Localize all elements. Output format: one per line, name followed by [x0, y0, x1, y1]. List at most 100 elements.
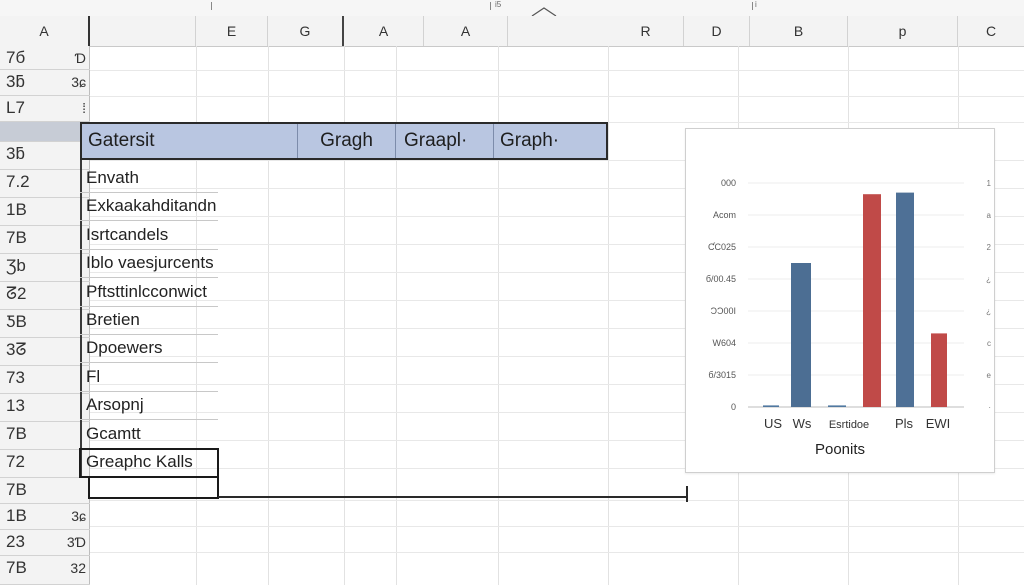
- chart-category-label: Pls: [895, 416, 914, 431]
- column-header-p[interactable]: p: [848, 16, 958, 46]
- chart-right-tick-label: 2: [987, 243, 992, 252]
- chart-bar[interactable]: [931, 333, 947, 407]
- table-row-label[interactable]: Bretien: [86, 306, 140, 334]
- ruler-label: i: [755, 0, 757, 9]
- ruler: i5 i: [0, 0, 1024, 17]
- table-row-label[interactable]: Pftsttinlcconwict: [86, 278, 207, 306]
- row-header[interactable]: [0, 122, 90, 142]
- row-header-number-right: 3ɕ: [71, 74, 86, 90]
- row-header[interactable]: Ʒb: [0, 254, 90, 282]
- chart-right-tick-label: ¿: [986, 275, 991, 284]
- selected-cell[interactable]: [79, 448, 219, 478]
- row-header-number: 7B: [6, 228, 27, 247]
- table-row-label[interactable]: Envath: [86, 164, 139, 192]
- column-header-a3[interactable]: A: [424, 16, 508, 46]
- row-header-number: 13: [6, 396, 25, 415]
- table-row-label[interactable]: Exkaakahditandn: [86, 192, 216, 220]
- row-header[interactable]: 72: [0, 450, 90, 478]
- chart-category-label: US: [764, 416, 782, 431]
- chart[interactable]: 000 1 Aсom a ƇC025 2 б/00.45 ¿ ƆƆ00I ¿ W604 c б/3015…: [685, 128, 995, 473]
- column-header-g[interactable]: G: [268, 16, 344, 46]
- range-border-end: [686, 486, 688, 502]
- row-header-column: 7б Ɗ 3ƃ 3ɕ L7 ⁞ 3ƃ 7.2 1B 7B Ʒb ᘔ2 ƼB 3ᘔ 73 13 7B 72 7B 1B 3…: [0, 46, 90, 585]
- row-header-number: 3ƃ: [6, 144, 25, 163]
- row-header-number: 3ƃ: [6, 72, 25, 91]
- ruler-tick: [490, 2, 491, 10]
- row-header-number: 72: [6, 452, 25, 471]
- row-header-number: 7B: [6, 424, 27, 443]
- row-header[interactable]: 13: [0, 394, 90, 422]
- row-header[interactable]: L7 ⁞: [0, 96, 90, 122]
- row-header-number-right: 3Ɗ: [66, 534, 86, 550]
- grid-line: [90, 96, 1024, 97]
- selection-border: [88, 477, 219, 499]
- row-header-number: Ʒb: [6, 256, 26, 275]
- row-header-number: 73: [6, 368, 25, 387]
- table-header-cell[interactable]: Graph·: [494, 124, 606, 158]
- row-header[interactable]: 7B: [0, 478, 90, 504]
- chart-right-tick-label: ¿: [986, 307, 991, 316]
- row-header-number-right: 3ɕ: [71, 508, 86, 524]
- table-row-label[interactable]: Arsopnj: [86, 391, 144, 419]
- column-header-a2[interactable]: A: [344, 16, 424, 46]
- row-header[interactable]: 23 3Ɗ: [0, 530, 90, 556]
- chart-y-tick-label: Aсom: [713, 210, 736, 220]
- column-header-c[interactable]: C: [958, 16, 1024, 46]
- ruler-tick: [752, 2, 753, 10]
- grid-line: [90, 526, 1024, 527]
- range-border: [218, 496, 688, 498]
- grid-line: [90, 552, 1024, 553]
- column-header-b[interactable]: B: [750, 16, 848, 46]
- row-header-number: L7: [6, 98, 25, 117]
- chart-y-tick-label: ƆƆ00I: [710, 306, 736, 316]
- table-row-label[interactable]: Fl: [86, 363, 100, 391]
- row-header[interactable]: 7B: [0, 226, 90, 254]
- column-header-r[interactable]: R: [608, 16, 684, 46]
- table-header-row: Gatersit Gragh Graapl· Graph·: [80, 122, 608, 160]
- table-row-label[interactable]: Isrtcandels: [86, 221, 168, 249]
- row-header-number: 1B: [6, 200, 27, 219]
- row-header[interactable]: 3ƃ: [0, 142, 90, 170]
- row-header[interactable]: ᘔ2: [0, 282, 90, 310]
- grid-line: [90, 70, 1024, 71]
- table-row-label[interactable]: Gcamtt: [86, 420, 141, 448]
- chart-bar[interactable]: [791, 263, 811, 407]
- chart-bar[interactable]: [763, 405, 779, 407]
- table-header-cell[interactable]: Gatersit: [82, 124, 298, 158]
- chart-category-label: Esrtidoe: [829, 419, 869, 431]
- row-header[interactable]: 73: [0, 366, 90, 394]
- row-header-number: 3ᘔ: [6, 340, 27, 359]
- table-row-label[interactable]: Iblo vaesjurcents: [86, 249, 214, 277]
- row-header[interactable]: 7B 32: [0, 556, 90, 585]
- row-header[interactable]: 7.2: [0, 170, 90, 198]
- column-header-blank-2[interactable]: [508, 16, 608, 46]
- row-header-number: 7B: [6, 558, 27, 577]
- row-header[interactable]: 3ƃ 3ɕ: [0, 70, 90, 96]
- chart-category-label: Ws: [793, 416, 812, 431]
- column-header-blank[interactable]: [90, 16, 196, 46]
- column-header-e[interactable]: E: [196, 16, 268, 46]
- row-header-number: 1B: [6, 506, 27, 525]
- row-header[interactable]: 1B: [0, 198, 90, 226]
- chart-bar[interactable]: [863, 194, 881, 407]
- row-header[interactable]: 7б Ɗ: [0, 46, 90, 70]
- table-header-cell[interactable]: Gragh: [298, 124, 396, 158]
- column-header-a[interactable]: A: [0, 16, 90, 46]
- table-row-label[interactable]: Dpoewers: [86, 334, 163, 362]
- chart-right-tick-label: e: [987, 371, 992, 380]
- row-header[interactable]: 7B: [0, 422, 90, 450]
- row-header[interactable]: ƼB: [0, 310, 90, 338]
- row-header[interactable]: 1B 3ɕ: [0, 504, 90, 530]
- chart-bar[interactable]: [828, 405, 846, 407]
- chart-bar[interactable]: [896, 192, 914, 407]
- chart-x-axis-label: Poonits: [814, 441, 866, 458]
- row-header-number: ᘔ2: [6, 284, 27, 303]
- table-header-cell[interactable]: Graapl·: [396, 124, 494, 158]
- row-header[interactable]: 3ᘔ: [0, 338, 90, 366]
- bar-chart-svg: 000 1 Aсom a ƇC025 2 б/00.45 ¿ ƆƆ00I ¿ W604 c б/3015…: [706, 178, 992, 431]
- row-header-number-right: ⁞: [82, 100, 86, 116]
- column-header-d[interactable]: D: [684, 16, 750, 46]
- row-header-number-right: 32: [70, 560, 86, 576]
- ruler-tick: [211, 2, 212, 10]
- ruler-label: i5: [495, 0, 502, 9]
